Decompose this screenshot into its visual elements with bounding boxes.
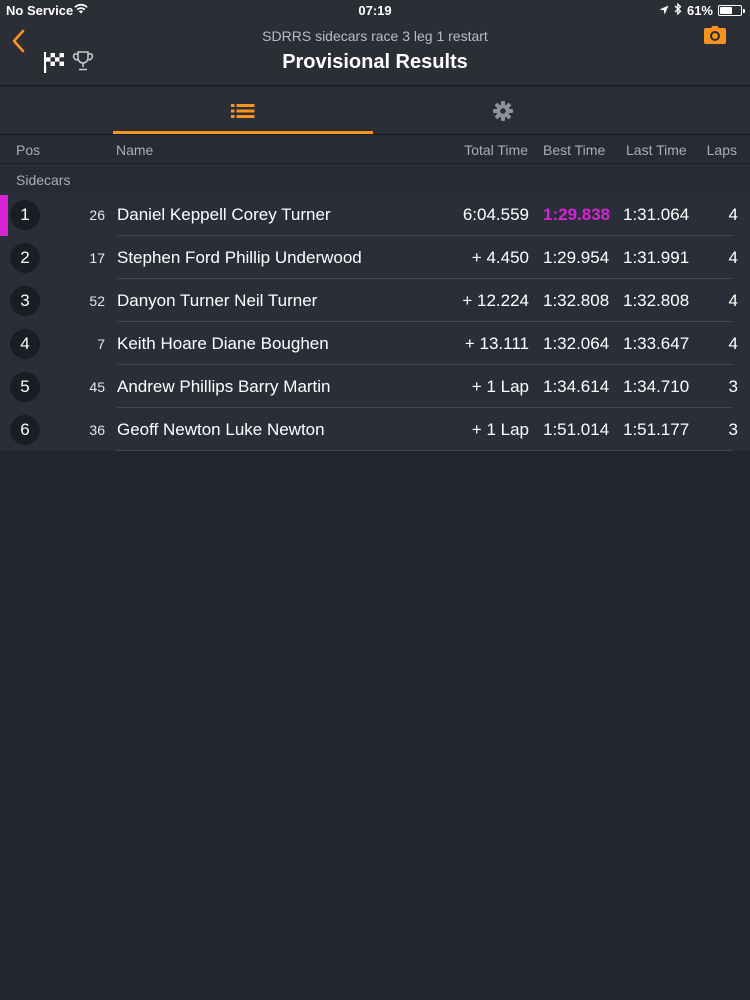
total-time: + 1 Lap [471,420,529,439]
column-header-name[interactable]: Name [116,142,153,158]
column-header-total-time[interactable]: Total Time [464,142,528,158]
total-time: 6:04.559 [462,205,529,224]
camera-icon [704,26,726,44]
class-group-header: Sidecars [0,164,750,193]
race-number: 7 [97,336,105,352]
rider-names: Andrew Phillips Barry Martin [117,377,331,396]
column-header-best-time[interactable]: Best Time [543,142,605,158]
bluetooth-icon [674,2,682,18]
total-time: + 13.111 [464,334,529,353]
laps-count: 4 [728,334,738,353]
row-divider [117,450,732,451]
tab-results-list[interactable] [113,87,373,134]
race-number: 26 [89,207,105,223]
page-title: Provisional Results [282,51,468,73]
position-badge: 6 [10,415,40,445]
best-time: 1:29.838 [543,205,611,224]
class-group-label: Sidecars [16,172,71,188]
rider-names: Geoff Newton Luke Newton [117,420,325,439]
results-table: 1 26 Daniel Keppell Corey Turner 6:04.55… [0,193,750,451]
gear-icon [493,100,513,121]
total-time: + 12.224 [462,291,529,310]
result-row[interactable]: 5 45 Andrew Phillips Barry Martin + 1 La… [0,365,750,408]
battery-icon [718,5,745,16]
fastest-lap-marker [0,195,8,236]
active-tab-indicator [113,131,373,134]
position-badge: 4 [10,329,40,359]
location-arrow-icon [659,3,669,18]
nav-header: SDRRS sidecars race 3 leg 1 restart Prov… [0,20,750,86]
race-number: 52 [89,293,105,309]
result-row[interactable]: 1 26 Daniel Keppell Corey Turner 6:04.55… [0,193,750,236]
best-time: 1:32.064 [543,334,610,353]
tab-bar [0,87,750,135]
best-time: 1:51.014 [543,420,610,439]
status-bar: No Service 07:19 61% [0,0,750,20]
laps-count: 3 [728,420,738,439]
result-row[interactable]: 3 52 Danyon Turner Neil Turner + 12.224 … [0,279,750,322]
result-row[interactable]: 4 7 Keith Hoare Diane Boughen + 13.111 1… [0,322,750,365]
rider-names: Stephen Ford Phillip Underwood [117,248,362,267]
column-header-laps[interactable]: Laps [707,142,737,158]
position-badge: 5 [10,372,40,402]
race-number: 36 [89,422,105,438]
last-time: 1:31.064 [623,205,690,224]
column-header-last-time[interactable]: Last Time [626,142,687,158]
best-time: 1:32.808 [543,291,610,310]
status-time: 07:19 [358,3,392,18]
last-time: 1:32.808 [623,291,690,310]
last-time: 1:31.991 [623,248,690,267]
results-column-headers: Pos Name Total Time Best Time Last Time … [0,135,750,164]
rider-names: Daniel Keppell Corey Turner [117,205,331,224]
last-time: 1:33.647 [623,334,690,353]
rider-names: Danyon Turner Neil Turner [117,291,318,310]
result-row[interactable]: 2 17 Stephen Ford Phillip Underwood + 4.… [0,236,750,279]
race-number: 45 [89,379,105,395]
camera-button[interactable] [704,26,726,49]
race-subtitle: SDRRS sidecars race 3 leg 1 restart [262,28,488,44]
position-badge: 3 [10,286,40,316]
laps-count: 4 [728,291,738,310]
laps-count: 4 [728,248,738,267]
race-number: 17 [89,250,105,266]
best-time: 1:34.614 [543,377,610,396]
best-time: 1:29.954 [543,248,610,267]
last-time: 1:51.177 [623,420,690,439]
battery-percent: 61% [686,3,713,18]
laps-count: 4 [728,205,738,224]
laps-count: 3 [728,377,738,396]
last-time: 1:34.710 [623,377,690,396]
column-header-pos[interactable]: Pos [16,142,40,158]
position-badge: 2 [10,243,40,273]
tab-settings[interactable] [373,87,633,134]
result-row[interactable]: 6 36 Geoff Newton Luke Newton + 1 Lap 1:… [0,408,750,451]
total-time: + 1 Lap [471,377,529,396]
list-icon [231,103,255,118]
position-badge: 1 [10,200,40,230]
rider-names: Keith Hoare Diane Boughen [117,334,329,353]
total-time: + 4.450 [471,248,529,267]
